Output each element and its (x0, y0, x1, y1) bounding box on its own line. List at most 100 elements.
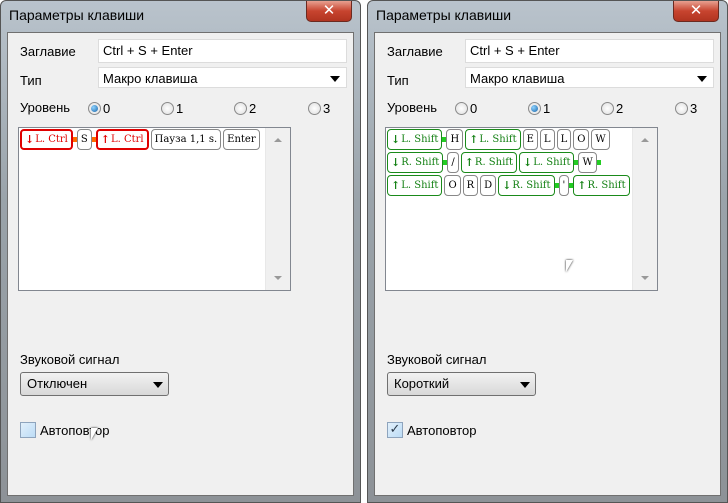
radio-button[interactable] (528, 102, 541, 115)
sound-value: Отключен (27, 376, 88, 391)
macro-key-chip[interactable]: W (591, 129, 610, 150)
macro-key-chip[interactable]: ↑ R. Shift (573, 175, 630, 196)
radio-label: 3 (690, 101, 698, 116)
key-link-connector (596, 160, 601, 165)
radio-button[interactable] (308, 102, 321, 115)
key-settings-window: Параметры клавиши ✕ Заглавие Ctrl + S + … (0, 0, 361, 503)
key-label: R (466, 180, 475, 191)
window-title: Параметры клавиши (376, 7, 512, 23)
sound-dropdown[interactable]: Короткий (387, 372, 536, 396)
type-dropdown[interactable]: Макро клавиша (98, 67, 347, 88)
radio-button[interactable] (88, 102, 101, 115)
check-icon: ✓ (389, 422, 401, 437)
macro-key-chip[interactable]: H (446, 129, 464, 150)
level-radio-1[interactable]: 1 (161, 101, 183, 116)
autorepeat-checkbox[interactable]: ✓ (387, 422, 403, 438)
caption-label: Заглавие (20, 44, 76, 59)
macro-key-chip[interactable]: L (539, 129, 555, 150)
sound-label: Звуковой сигнал (20, 352, 120, 367)
key-label: R. Shift (587, 180, 626, 191)
macro-key-chip[interactable]: Enter (223, 129, 260, 150)
macro-key-chip[interactable]: R (462, 175, 479, 196)
macro-key-chip[interactable]: ↓ R. Shift (387, 152, 444, 173)
key-label: L. Ctrl (110, 134, 144, 145)
macro-keys-sequence: ↓ L. Shift H ↑ L. Shift E L L O W ↓ R. Shift / ↑ R. Sh… (387, 129, 631, 196)
close-icon: ✕ (322, 1, 336, 19)
macro-key-chip[interactable]: D (480, 175, 497, 196)
close-button[interactable]: ✕ (306, 1, 352, 22)
macro-key-chip[interactable]: ↓ L. Ctrl (20, 129, 73, 150)
window-title: Параметры клавиши (9, 7, 145, 23)
macro-key-chip[interactable]: ' (558, 175, 570, 196)
close-button[interactable]: ✕ (673, 1, 719, 22)
macro-key-chip[interactable]: O (573, 129, 590, 150)
vertical-scrollbar[interactable] (265, 128, 290, 290)
key-label: Пауза 1,1 s. (154, 134, 218, 145)
macro-key-chip[interactable]: ↑ L. Shift (465, 129, 521, 150)
radio-label: 2 (249, 101, 257, 116)
radio-button[interactable] (234, 102, 247, 115)
macro-key-chip[interactable]: W (578, 152, 597, 173)
key-label: L. Shift (401, 180, 439, 191)
scroll-up-icon[interactable] (641, 138, 649, 142)
key-label: R. Shift (474, 157, 514, 168)
type-value: Макро клавиша (470, 71, 565, 86)
macro-key-chip[interactable]: L (556, 129, 572, 150)
macro-key-chip[interactable]: / (447, 152, 459, 173)
macro-key-chip[interactable]: ↓ R. Shift (498, 175, 555, 196)
arrow-down-icon: ↓ (391, 133, 401, 146)
macro-key-chip[interactable]: E (522, 129, 538, 150)
scroll-down-icon[interactable] (641, 276, 649, 280)
type-label: Тип (20, 73, 42, 88)
type-dropdown[interactable]: Макро клавиша (465, 67, 714, 88)
macro-key-chip[interactable]: ↑ L. Shift (387, 175, 443, 196)
arrow-up-icon: ↑ (469, 133, 479, 146)
radio-label: 1 (176, 101, 184, 116)
caption-input[interactable]: Ctrl + S + Enter (465, 39, 714, 63)
radio-button[interactable] (675, 102, 688, 115)
radio-button[interactable] (455, 102, 468, 115)
vertical-scrollbar[interactable] (632, 128, 657, 290)
level-radio-0[interactable]: 0 (88, 101, 110, 116)
radio-label: 0 (470, 101, 478, 116)
macro-keys-list[interactable]: ↓ L. Ctrl S ↑ L. Ctrl Пауза 1,1 s. Enter (18, 127, 291, 291)
sound-dropdown[interactable]: Отключен (20, 372, 169, 396)
macro-key-chip[interactable]: ↑ R. Shift (460, 152, 518, 173)
level-radio-1[interactable]: 1 (528, 101, 550, 116)
autorepeat-label[interactable]: Автоповтор (407, 423, 477, 438)
arrow-up-icon: ↑ (464, 156, 474, 169)
level-radio-0[interactable]: 0 (455, 101, 477, 116)
radio-button[interactable] (601, 102, 614, 115)
macro-key-chip[interactable]: S (76, 129, 92, 150)
scroll-up-icon[interactable] (274, 138, 282, 142)
level-radio-2[interactable]: 2 (234, 101, 256, 116)
chevron-down-icon (330, 76, 340, 82)
scroll-down-icon[interactable] (274, 276, 282, 280)
caption-input[interactable]: Ctrl + S + Enter (98, 39, 347, 63)
autorepeat-label[interactable]: Автоповтор (40, 423, 110, 438)
arrow-down-icon: ↓ (391, 156, 401, 169)
level-radio-3[interactable]: 3 (308, 101, 330, 116)
radio-label: 3 (323, 101, 331, 116)
macro-key-chip[interactable]: ↑ L. Ctrl (95, 129, 149, 150)
radio-button[interactable] (161, 102, 174, 115)
macro-keys-list[interactable]: ↓ L. Shift H ↑ L. Shift E L L O W ↓ R. Shift / ↑ R. Sh… (385, 127, 658, 291)
macro-key-chip[interactable]: ↓ L. Shift (519, 152, 575, 173)
macro-key-chip[interactable]: Пауза 1,1 s. (150, 129, 222, 150)
window-content: Заглавие Ctrl + S + Enter Тип Макро клав… (7, 32, 354, 496)
key-link-connector (554, 183, 559, 188)
mouse-cursor-icon (91, 428, 98, 440)
key-label: O (577, 134, 586, 145)
macro-key-chip[interactable]: ↓ L. Shift (387, 129, 443, 150)
macro-key-chip[interactable]: O (444, 175, 461, 196)
mouse-cursor-icon (566, 260, 573, 272)
key-settings-window: Параметры клавиши ✕ Заглавие Ctrl + S + … (367, 0, 728, 503)
close-icon: ✕ (689, 1, 703, 19)
level-radio-2[interactable]: 2 (601, 101, 623, 116)
type-label: Тип (387, 73, 409, 88)
macro-keys-sequence: ↓ L. Ctrl S ↑ L. Ctrl Пауза 1,1 s. Enter (20, 129, 264, 150)
key-label: S (80, 134, 88, 145)
key-label: H (450, 134, 460, 145)
level-radio-3[interactable]: 3 (675, 101, 697, 116)
autorepeat-checkbox[interactable] (20, 422, 36, 438)
